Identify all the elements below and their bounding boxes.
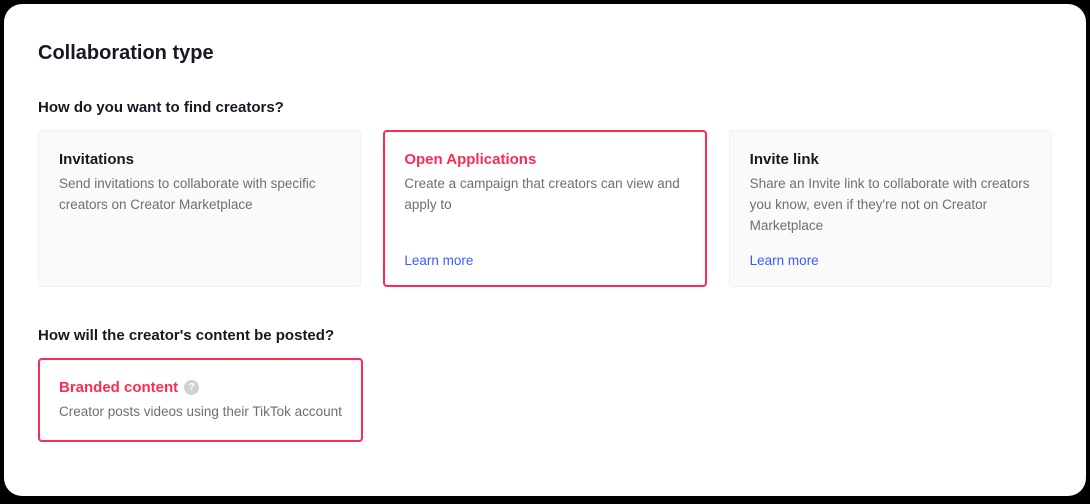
card-branded-content[interactable]: Branded content ? Creator posts videos u…	[38, 358, 363, 442]
card-invitations[interactable]: Invitations Send invitations to collabor…	[38, 130, 361, 287]
card-invitations-title: Invitations	[59, 151, 340, 168]
find-creators-options: Invitations Send invitations to collabor…	[38, 130, 1052, 287]
section-heading-posted: How will the creator's content be posted…	[38, 327, 1052, 344]
card-invite-link-desc: Share an Invite link to collaborate with…	[750, 174, 1031, 237]
main-panel: Collaboration type How do you want to fi…	[4, 4, 1086, 496]
learn-more-invite-link[interactable]: Learn more	[750, 237, 1031, 268]
help-icon[interactable]: ?	[184, 380, 199, 395]
card-open-applications-title: Open Applications	[404, 151, 685, 168]
page-title: Collaboration type	[38, 42, 1052, 65]
card-open-applications[interactable]: Open Applications Create a campaign that…	[383, 130, 706, 287]
card-branded-content-title: Branded content ?	[59, 379, 342, 396]
section-heading-find-creators: How do you want to find creators?	[38, 99, 1052, 116]
card-open-applications-desc: Create a campaign that creators can view…	[404, 174, 685, 216]
card-branded-content-title-text: Branded content	[59, 379, 178, 396]
card-invitations-desc: Send invitations to collaborate with spe…	[59, 174, 340, 216]
card-invite-link-title: Invite link	[750, 151, 1031, 168]
card-branded-content-desc: Creator posts videos using their TikTok …	[59, 402, 342, 423]
learn-more-open-applications[interactable]: Learn more	[404, 237, 685, 268]
card-invite-link[interactable]: Invite link Share an Invite link to coll…	[729, 130, 1052, 287]
posted-options: Branded content ? Creator posts videos u…	[38, 358, 1052, 442]
